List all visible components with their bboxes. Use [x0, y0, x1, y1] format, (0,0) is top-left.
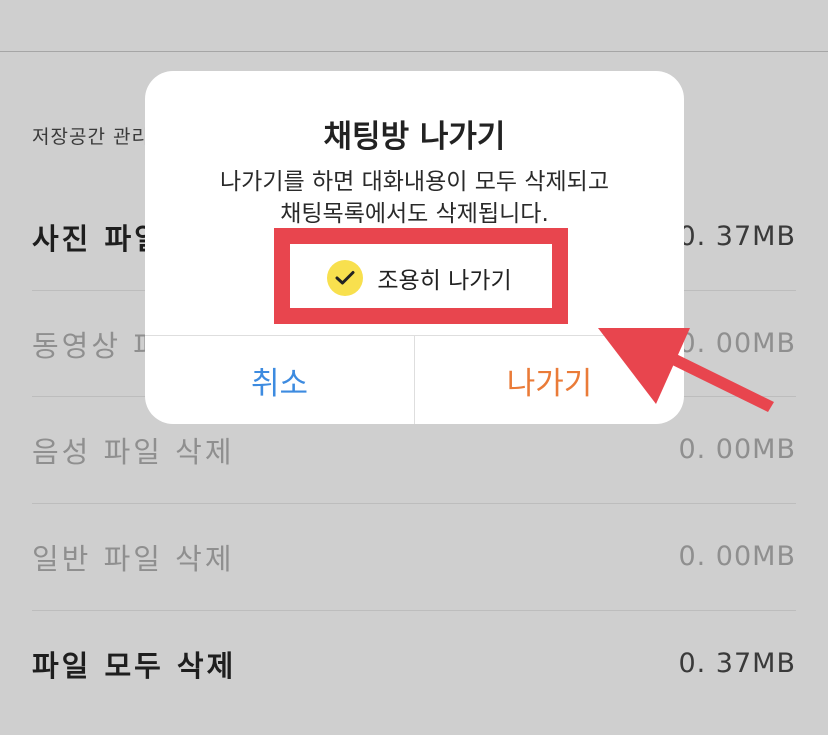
- dialog-message: 나가기를 하면 대화내용이 모두 삭제되고 채팅목록에서도 삭제됩니다.: [145, 166, 684, 230]
- section-title: 저장공간 관리: [32, 126, 150, 148]
- arrow-icon: [598, 328, 774, 412]
- dialog-message-line: 채팅목록에서도 삭제됩니다.: [280, 201, 549, 227]
- row-label: 파일 모두 삭제: [32, 648, 237, 683]
- delete-files-row: 일반 파일 삭제 0. 00MB: [32, 503, 796, 610]
- row-label: 일반 파일 삭제: [32, 541, 235, 576]
- header-divider: [0, 51, 828, 52]
- row-size: 0. 37MB: [678, 648, 796, 679]
- dialog-title: 채팅방 나가기: [323, 119, 506, 155]
- row-size: 0. 00MB: [678, 434, 796, 465]
- row-size: 0. 00MB: [678, 541, 796, 572]
- annotation-highlight-box: [274, 228, 568, 324]
- cancel-button[interactable]: 취소: [145, 336, 415, 424]
- delete-all-files-row[interactable]: 파일 모두 삭제 0. 37MB: [32, 610, 796, 717]
- row-size: 0. 37MB: [678, 221, 796, 252]
- dialog-message-line: 나가기를 하면 대화내용이 모두 삭제되고: [220, 169, 609, 195]
- row-label: 음성 파일 삭제: [32, 434, 235, 469]
